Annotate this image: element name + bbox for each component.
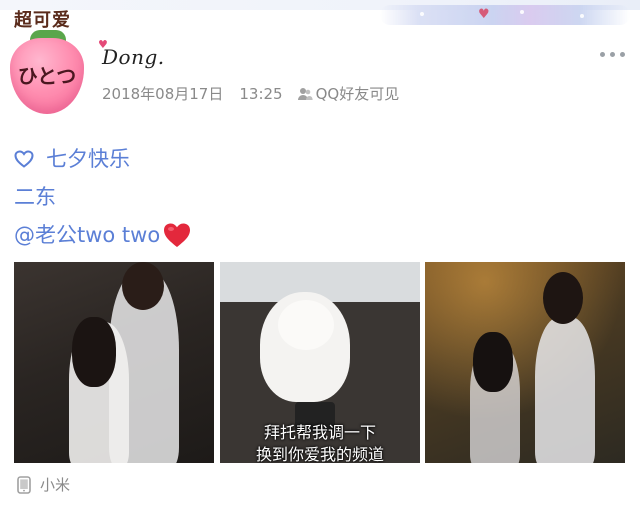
post-time: 13:25 [239,84,283,103]
post-meta: 2018年08月17日 13:25 QQ好友可见 [102,83,399,104]
avatar-word: ひとつ [17,64,77,88]
decor-heart-icon: ♥ [478,7,490,22]
photo-2-cat-face [278,300,334,350]
content-line-2: 二东 [14,178,192,216]
visibility-label: QQ好友可见 [315,85,400,103]
photo-1-hair [122,262,164,310]
phone-icon [17,475,31,494]
friends-icon [297,87,313,100]
visibility[interactable]: QQ好友可见 [297,83,400,104]
more-icon [600,52,605,57]
avatar[interactable]: 超可爱 ひとつ [6,4,92,122]
more-options-button[interactable] [600,52,625,57]
photo-1-hair-woman [72,317,116,387]
photo-caption-2: 换到你爱我的频道 [255,445,384,463]
photo-3-figure-man [535,317,595,463]
photo-3-hair-woman [473,332,513,392]
photo-1[interactable] [14,262,214,463]
username[interactable]: Dong. [102,45,165,69]
content-line-1: 七夕快乐 [14,140,192,178]
photo-3-light [425,262,625,463]
content-line-3[interactable]: @老公two two [14,216,192,254]
post-content: 七夕快乐 二东 @老公two two [14,140,192,254]
red-heart-icon [164,223,191,247]
device-name: 小米 [40,476,71,494]
avatar-tagline: 超可爱 [14,10,71,31]
strawberry-icon: ひとつ [10,38,84,114]
photo-caption-1: 拜托帮我调一下 [263,423,376,442]
photo-2[interactable]: 拜托帮我调一下 换到你爱我的频道 [220,262,420,463]
content-text-1: 七夕快乐 [46,147,130,171]
post-date: 2018年08月17日 [102,85,224,103]
photo-3[interactable] [425,262,625,463]
mention-text[interactable]: @老公two two [14,216,160,254]
content-text-2: 二东 [14,185,56,209]
heart-outline-icon [14,150,34,168]
decorative-banner: ♥ [380,5,630,25]
photo-3-hair-man [543,272,583,324]
device-label: 小米 [16,474,70,495]
